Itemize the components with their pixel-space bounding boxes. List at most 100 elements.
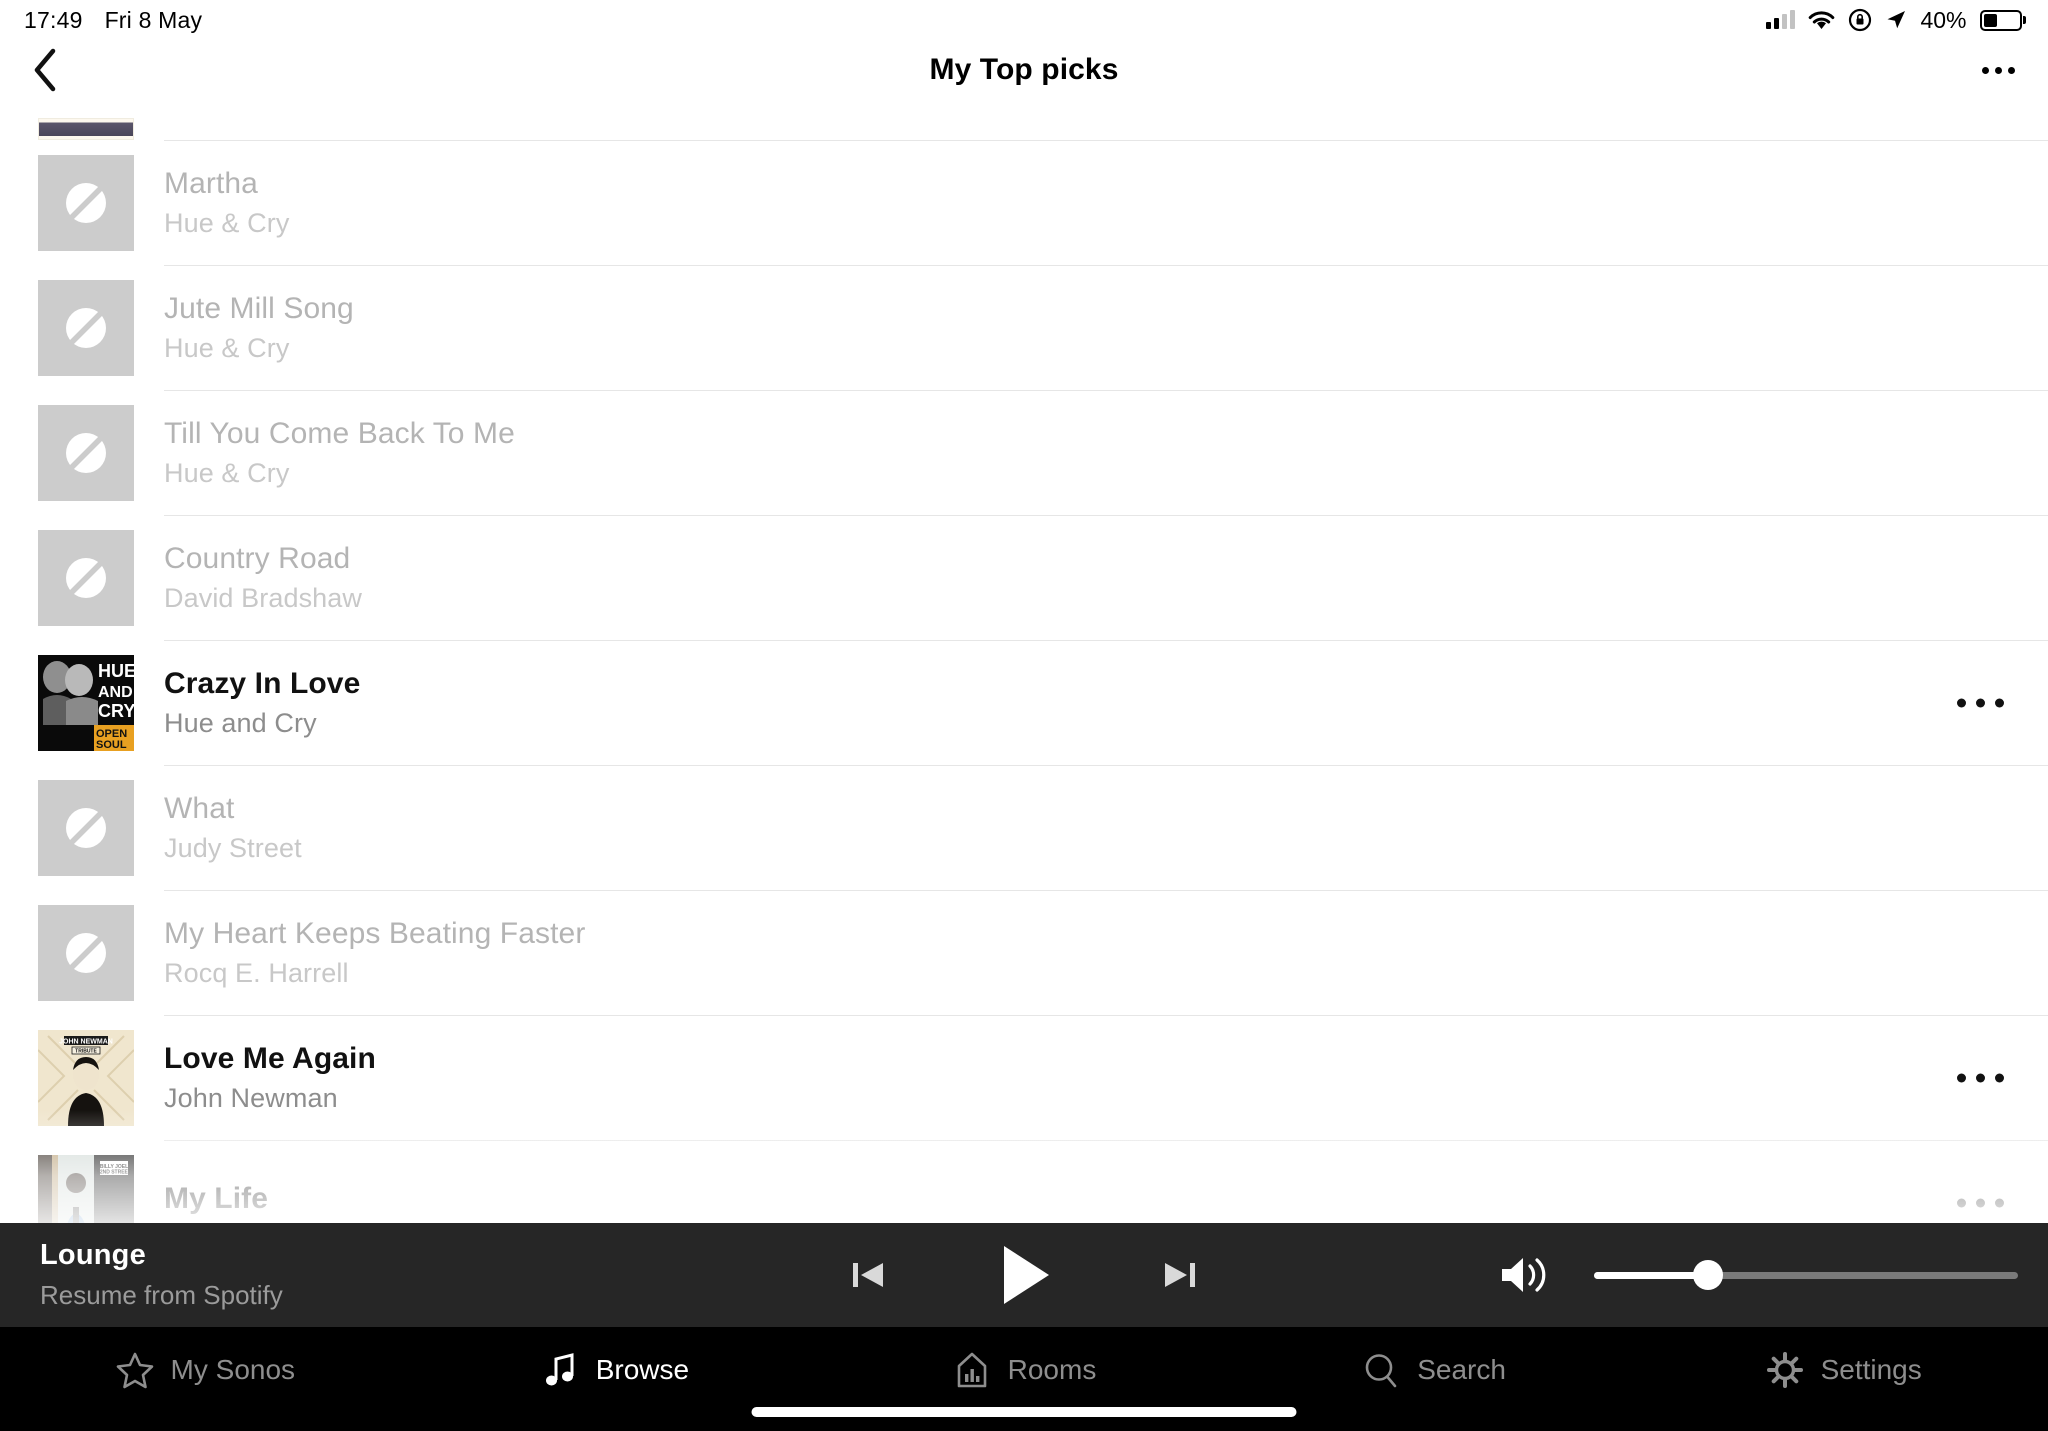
play-icon	[1004, 1246, 1049, 1304]
skip-next-icon	[1165, 1263, 1195, 1287]
album-art-placeholder	[38, 279, 134, 376]
previous-button[interactable]	[845, 1252, 891, 1298]
album-art-placeholder	[38, 779, 134, 876]
play-button[interactable]	[987, 1238, 1061, 1312]
table-row[interactable]: Till You Come Back To Me Hue & Cry	[0, 390, 2048, 515]
next-button[interactable]	[1157, 1252, 1203, 1298]
now-playing-subtitle: Resume from Spotify	[40, 1280, 283, 1310]
now-playing-bar[interactable]: Lounge Resume from Spotify	[0, 1223, 2048, 1327]
album-art-placeholder	[38, 154, 134, 251]
svg-text:HUE: HUE	[98, 661, 134, 681]
rooms-house-icon	[957, 1352, 986, 1388]
page-title: My Top picks	[929, 53, 1119, 86]
john-newman-tribute-cover-icon: JOHN NEWMAN TRIBUTE	[38, 1029, 134, 1126]
table-row[interactable]: What Judy Street	[0, 765, 2048, 890]
table-row[interactable]: My Heart Keeps Beating Faster Rocq E. Ha…	[0, 890, 2048, 1015]
search-icon	[1365, 1354, 1397, 1388]
table-row[interactable]: BILLY JOEL 52ND STREET My Life	[0, 1140, 2048, 1230]
album-art-placeholder	[38, 404, 134, 501]
no-image-icon	[66, 932, 106, 973]
hue-and-cry-cover-icon: HUE AND CRY OPEN SOUL	[38, 654, 134, 751]
status-bar: 17:49 Fri 8 May 40%	[0, 0, 2048, 40]
track-title: My Life	[164, 1182, 269, 1215]
album-art: BILLY JOEL 52ND STREET	[38, 1154, 134, 1230]
battery-percent: 40%	[1920, 6, 1967, 33]
album-art: JOHN NEWMAN TRIBUTE	[38, 1029, 134, 1126]
row-overflow-button[interactable]	[1957, 698, 2004, 707]
no-image-icon	[66, 432, 106, 473]
row-overflow-button[interactable]	[1957, 1073, 2004, 1082]
table-row[interactable]: HUE AND CRY OPEN SOUL Crazy In Love Hue …	[0, 640, 2048, 765]
volume-slider-fill	[1594, 1271, 1709, 1279]
volume-slider[interactable]	[1594, 1260, 2018, 1290]
track-title: Jute Mill Song	[164, 291, 354, 325]
chevron-left-icon	[34, 48, 56, 92]
overflow-menu-icon	[1957, 1198, 1966, 1207]
now-playing-info[interactable]: Lounge Resume from Spotify	[40, 1239, 283, 1311]
tab-label: Search	[1417, 1354, 1506, 1385]
track-artist: Judy Street	[164, 832, 302, 863]
svg-text:52ND STREET: 52ND STREET	[97, 1169, 131, 1175]
track-artist: Rocq E. Harrell	[164, 957, 349, 988]
album-art: HUE AND CRY OPEN SOUL	[38, 654, 134, 751]
tab-label: Browse	[595, 1354, 690, 1385]
cellular-signal-icon	[1766, 10, 1796, 29]
speaker-volume-icon[interactable]	[1498, 1253, 1550, 1297]
table-row[interactable]: Jute Mill Song Hue & Cry	[0, 265, 2048, 390]
table-row[interactable]: Martha Hue & Cry	[0, 140, 2048, 265]
home-indicator	[751, 1407, 1297, 1417]
room-name: Lounge	[40, 1239, 146, 1271]
row-overflow-button[interactable]	[1957, 1198, 2004, 1207]
no-image-icon	[66, 307, 106, 348]
track-title: Crazy In Love	[164, 666, 361, 700]
location-arrow-icon	[1885, 9, 1907, 31]
table-row[interactable]: JOHN NEWMAN TRIBUTE Love Me Again John N…	[0, 1015, 2048, 1140]
album-art-placeholder	[38, 529, 134, 626]
track-title: What	[164, 791, 235, 825]
track-artist: Hue & Cry	[164, 207, 290, 238]
wifi-icon	[1808, 10, 1835, 30]
no-image-icon	[66, 557, 106, 598]
track-artist: Hue & Cry	[164, 457, 290, 488]
track-artist: John Newman	[164, 1082, 338, 1113]
gear-icon	[1766, 1352, 1803, 1388]
no-image-icon	[66, 182, 106, 223]
track-title: Love Me Again	[164, 1041, 376, 1075]
skip-previous-icon	[853, 1263, 883, 1287]
star-icon	[116, 1352, 153, 1389]
overflow-menu-icon	[1957, 698, 1966, 707]
music-note-icon	[545, 1353, 574, 1386]
list-item-partial[interactable]	[0, 100, 2048, 140]
transport-controls	[845, 1238, 1203, 1312]
battery-icon	[1979, 9, 2026, 31]
bottom-tab-bar: My Sonos Browse Rooms Search Settings	[0, 1327, 2048, 1431]
tab-my-sonos[interactable]: My Sonos	[0, 1327, 410, 1431]
svg-text:SOUL: SOUL	[96, 739, 127, 751]
table-row[interactable]: Country Road David Bradshaw	[0, 515, 2048, 640]
track-title: My Heart Keeps Beating Faster	[164, 916, 586, 950]
rotation-lock-icon	[1848, 8, 1872, 32]
volume-control[interactable]	[1498, 1253, 2018, 1297]
svg-text:CRY: CRY	[98, 701, 134, 721]
svg-text:AND: AND	[98, 684, 133, 701]
header-overflow-button[interactable]	[1970, 47, 2026, 93]
back-button[interactable]	[22, 47, 68, 93]
sonos-app-screen: 17:49 Fri 8 May 40% My Top picks Martha …	[0, 0, 2048, 1431]
album-art	[38, 118, 134, 140]
tab-label: Settings	[1820, 1354, 1922, 1385]
album-art-placeholder	[38, 904, 134, 1001]
volume-slider-thumb[interactable]	[1693, 1260, 1724, 1290]
overflow-menu-icon	[1981, 66, 1989, 74]
track-title: Country Road	[164, 541, 351, 575]
svg-text:JOHN NEWMAN: JOHN NEWMAN	[59, 1038, 113, 1045]
svg-text:TRIBUTE: TRIBUTE	[75, 1048, 97, 1054]
track-artist: David Bradshaw	[164, 582, 362, 613]
no-image-icon	[66, 807, 106, 848]
nav-header: My Top picks	[0, 40, 2048, 100]
tab-settings[interactable]: Settings	[1638, 1327, 2048, 1431]
status-date: Fri 8 May	[104, 6, 203, 33]
status-time: 17:49	[24, 6, 83, 33]
track-artist: Hue and Cry	[164, 707, 317, 738]
track-list[interactable]: Martha Hue & Cry Jute Mill Song Hue & Cr…	[0, 100, 2048, 1230]
billy-joel-cover-icon: BILLY JOEL 52ND STREET	[38, 1154, 134, 1230]
